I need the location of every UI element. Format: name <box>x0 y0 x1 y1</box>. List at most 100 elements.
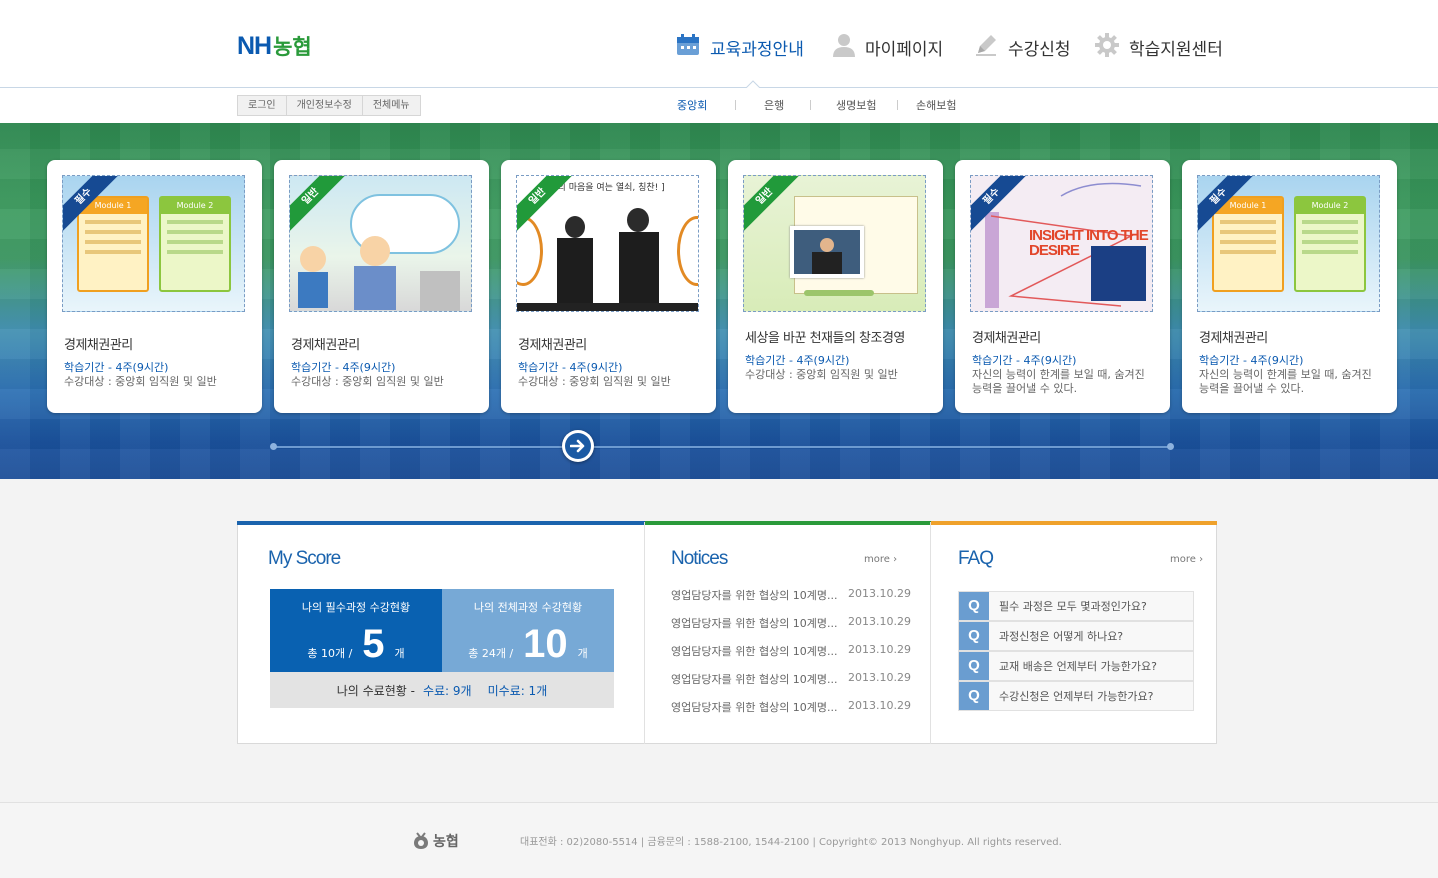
info-panel: My Score 나의 필수과정 수강현황 총 10개 / 5 개 나의 전체과… <box>237 521 1217 744</box>
footer: 농협 대표전화 : 02)2080-5514 | 금융문의 : 1588-210… <box>0 802 1438 878</box>
faq-q-badge: Q <box>959 652 989 680</box>
module-panel: Module 2 <box>1294 196 1366 292</box>
person-figure <box>627 208 649 232</box>
course-card[interactable]: Module 1 Module 2 필수 경제채권관리 학습기간 - 4주(9시… <box>47 160 262 413</box>
faq-topbar <box>931 521 1217 525</box>
subnav-divider <box>735 100 736 110</box>
header: NH 농협 교육과정안내 마이페이지 수강신청 학습지원센터 로그인 개인정보수… <box>0 0 1438 123</box>
header-divider <box>0 87 1438 88</box>
course-card[interactable]: 일반 세상을 바꾼 천재들의 창조경영 학습기간 - 4주(9시간) 수강대상 … <box>728 160 943 413</box>
course-card[interactable]: 일반 경제채권관리 학습기간 - 4주(9시간) 수강대상 : 중앙회 임직원 … <box>274 160 489 413</box>
gnav-mypage[interactable]: 마이페이지 <box>833 33 943 61</box>
carousel-track-start <box>270 443 277 450</box>
faq-question: 과정신청은 어떻게 하나요? <box>999 630 1124 643</box>
course-description: 자신의 능력이 한계를 보일 때, 숨겨진 능력을 끌어낼 수 있다. <box>1199 368 1372 395</box>
general-badge: 일반 <box>290 176 348 234</box>
carousel-track-end <box>1167 443 1174 450</box>
faq-title: FAQ <box>958 548 994 569</box>
course-thumbnail: 고객의 마음을 여는 열쇠, 칭찬! ] 일반 <box>516 175 699 312</box>
course-target: 수강대상 : 중앙회 임직원 및 일반 <box>518 375 671 388</box>
subnav-life-insurance[interactable]: 생명보험 <box>836 97 876 113</box>
course-description: 자신의 능력이 한계를 보일 때, 숨겨진 능력을 끌어낼 수 있다. <box>972 368 1145 395</box>
notice-title: 영업담당자를 위한 협상의 10계명... <box>671 645 838 658</box>
column-divider <box>644 522 645 744</box>
course-title: 세상을 바꾼 천재들의 창조경영 <box>745 331 905 346</box>
gnav-label: 수강신청 <box>1008 39 1071 60</box>
nh-logo[interactable]: NH 농협 <box>237 32 312 60</box>
notice-date: 2013.10.29 <box>848 671 911 684</box>
course-thumbnail: Module 1 Module 2 필수 <box>62 175 245 312</box>
course-title: 경제채권관리 <box>291 338 360 353</box>
course-card[interactable]: INSIGHT INTO THE DESIRE 필수 경제채권관리 학습기간 -… <box>955 160 1170 413</box>
course-thumbnail: 일반 <box>743 175 926 312</box>
subnav-nonlife-insurance[interactable]: 손해보험 <box>916 97 956 113</box>
faq-q-badge: Q <box>959 682 989 710</box>
calendar-icon <box>676 33 700 61</box>
faq-question: 필수 과정은 모두 몇과정인가요? <box>999 600 1147 613</box>
notices-more-link[interactable]: more › <box>864 554 897 565</box>
subnav-divider <box>897 100 898 110</box>
notice-item[interactable]: 영업담당자를 위한 협상의 10계명... 2013.10.29 <box>671 671 911 687</box>
gnav-support[interactable]: 학습지원센터 <box>1095 32 1223 61</box>
module-label: Module 2 <box>161 198 229 214</box>
video-player <box>790 226 864 278</box>
faq-item[interactable]: Q 과정신청은 어떻게 하나요? <box>958 621 1194 651</box>
notices-title: Notices <box>671 548 728 569</box>
sitemap-button[interactable]: 전체메뉴 <box>363 96 420 115</box>
incomplete-count: 미수료: 1개 <box>487 683 548 698</box>
notice-title: 영업담당자를 위한 협상의 10계명... <box>671 673 838 686</box>
faq-more-link[interactable]: more › <box>1170 554 1203 565</box>
status-unit: 개 <box>394 647 405 660</box>
faq-item[interactable]: Q 수강신청은 언제부터 가능한가요? <box>958 681 1194 711</box>
thumbnail-caption: INSIGHT INTO THE DESIRE <box>1029 227 1149 259</box>
completed-count: 수료: 9개 <box>422 683 472 698</box>
gnav-enroll[interactable]: 수강신청 <box>974 33 1071 61</box>
utility-menu: 로그인 개인정보수정 전체메뉴 <box>237 95 421 116</box>
notice-item[interactable]: 영업담당자를 위한 협상의 10계명... 2013.10.29 <box>671 587 911 603</box>
general-badge: 일반 <box>744 176 802 234</box>
cartoon-figure <box>300 246 326 272</box>
person-figure <box>557 238 593 311</box>
carousel-handle[interactable] <box>562 430 594 462</box>
person-figure <box>565 216 585 238</box>
footer-contact: 대표전화 : 02)2080-5514 | 금융문의 : 1588-2100, … <box>520 837 1062 848</box>
notice-date: 2013.10.29 <box>848 699 911 712</box>
carousel-track[interactable] <box>274 446 1171 448</box>
subnav-central[interactable]: 중앙회 <box>677 97 707 113</box>
notice-date: 2013.10.29 <box>848 587 911 600</box>
notice-title: 영업담당자를 위한 협상의 10계명... <box>671 617 838 630</box>
gnav-label: 학습지원센터 <box>1129 39 1223 60</box>
gnav-course-info[interactable]: 교육과정안내 <box>676 33 804 61</box>
course-card[interactable]: 고객의 마음을 여는 열쇠, 칭찬! ] 일반 경제채권관리 학습기간 - 4주… <box>501 160 716 413</box>
course-target: 수강대상 : 중앙회 임직원 및 일반 <box>64 375 217 388</box>
footer-logo-text: 농협 <box>433 834 459 850</box>
pencil-icon <box>974 33 998 62</box>
course-title: 경제채권관리 <box>972 331 1041 346</box>
status-value-row: 총 10개 / 5 개 <box>270 622 442 667</box>
course-title: 경제채권관리 <box>1199 331 1268 346</box>
video-progress <box>804 290 874 296</box>
score-title: My Score <box>268 548 341 569</box>
course-period: 학습기간 - 4주(9시간) <box>1199 354 1304 367</box>
fountain <box>420 271 460 311</box>
edit-profile-button[interactable]: 개인정보수정 <box>287 96 363 115</box>
notice-item[interactable]: 영업담당자를 위한 협상의 10계명... 2013.10.29 <box>671 699 911 715</box>
notices-topbar <box>645 521 931 525</box>
completion-summary: 나의 수료현황 - 수료: 9개 미수료: 1개 <box>270 672 614 708</box>
notice-item[interactable]: 영업담당자를 위한 협상의 10계명... 2013.10.29 <box>671 643 911 659</box>
faq-q-badge: Q <box>959 622 989 650</box>
faq-item[interactable]: Q 교재 배송은 언제부터 가능한가요? <box>958 651 1194 681</box>
subnav-bank[interactable]: 은행 <box>764 97 784 113</box>
course-title: 경제채권관리 <box>64 338 133 353</box>
course-card[interactable]: Module 1 Module 2 필수 경제채권관리 학습기간 - 4주(9시… <box>1182 160 1397 413</box>
status-value-row: 총 24개 / 10 개 <box>442 622 614 667</box>
nh-symbol-icon <box>414 832 428 849</box>
notice-title: 영업담당자를 위한 협상의 10계명... <box>671 589 838 602</box>
course-period: 학습기간 - 4주(9시간) <box>64 361 169 374</box>
all-course-status: 나의 전체과정 수강현황 총 24개 / 10 개 <box>442 589 614 672</box>
module-panel: Module 2 <box>159 196 231 292</box>
course-period: 학습기간 - 4주(9시간) <box>745 354 850 367</box>
login-button[interactable]: 로그인 <box>238 96 287 115</box>
notice-item[interactable]: 영업담당자를 위한 협상의 10계명... 2013.10.29 <box>671 615 911 631</box>
faq-item[interactable]: Q 필수 과정은 모두 몇과정인가요? <box>958 591 1194 621</box>
